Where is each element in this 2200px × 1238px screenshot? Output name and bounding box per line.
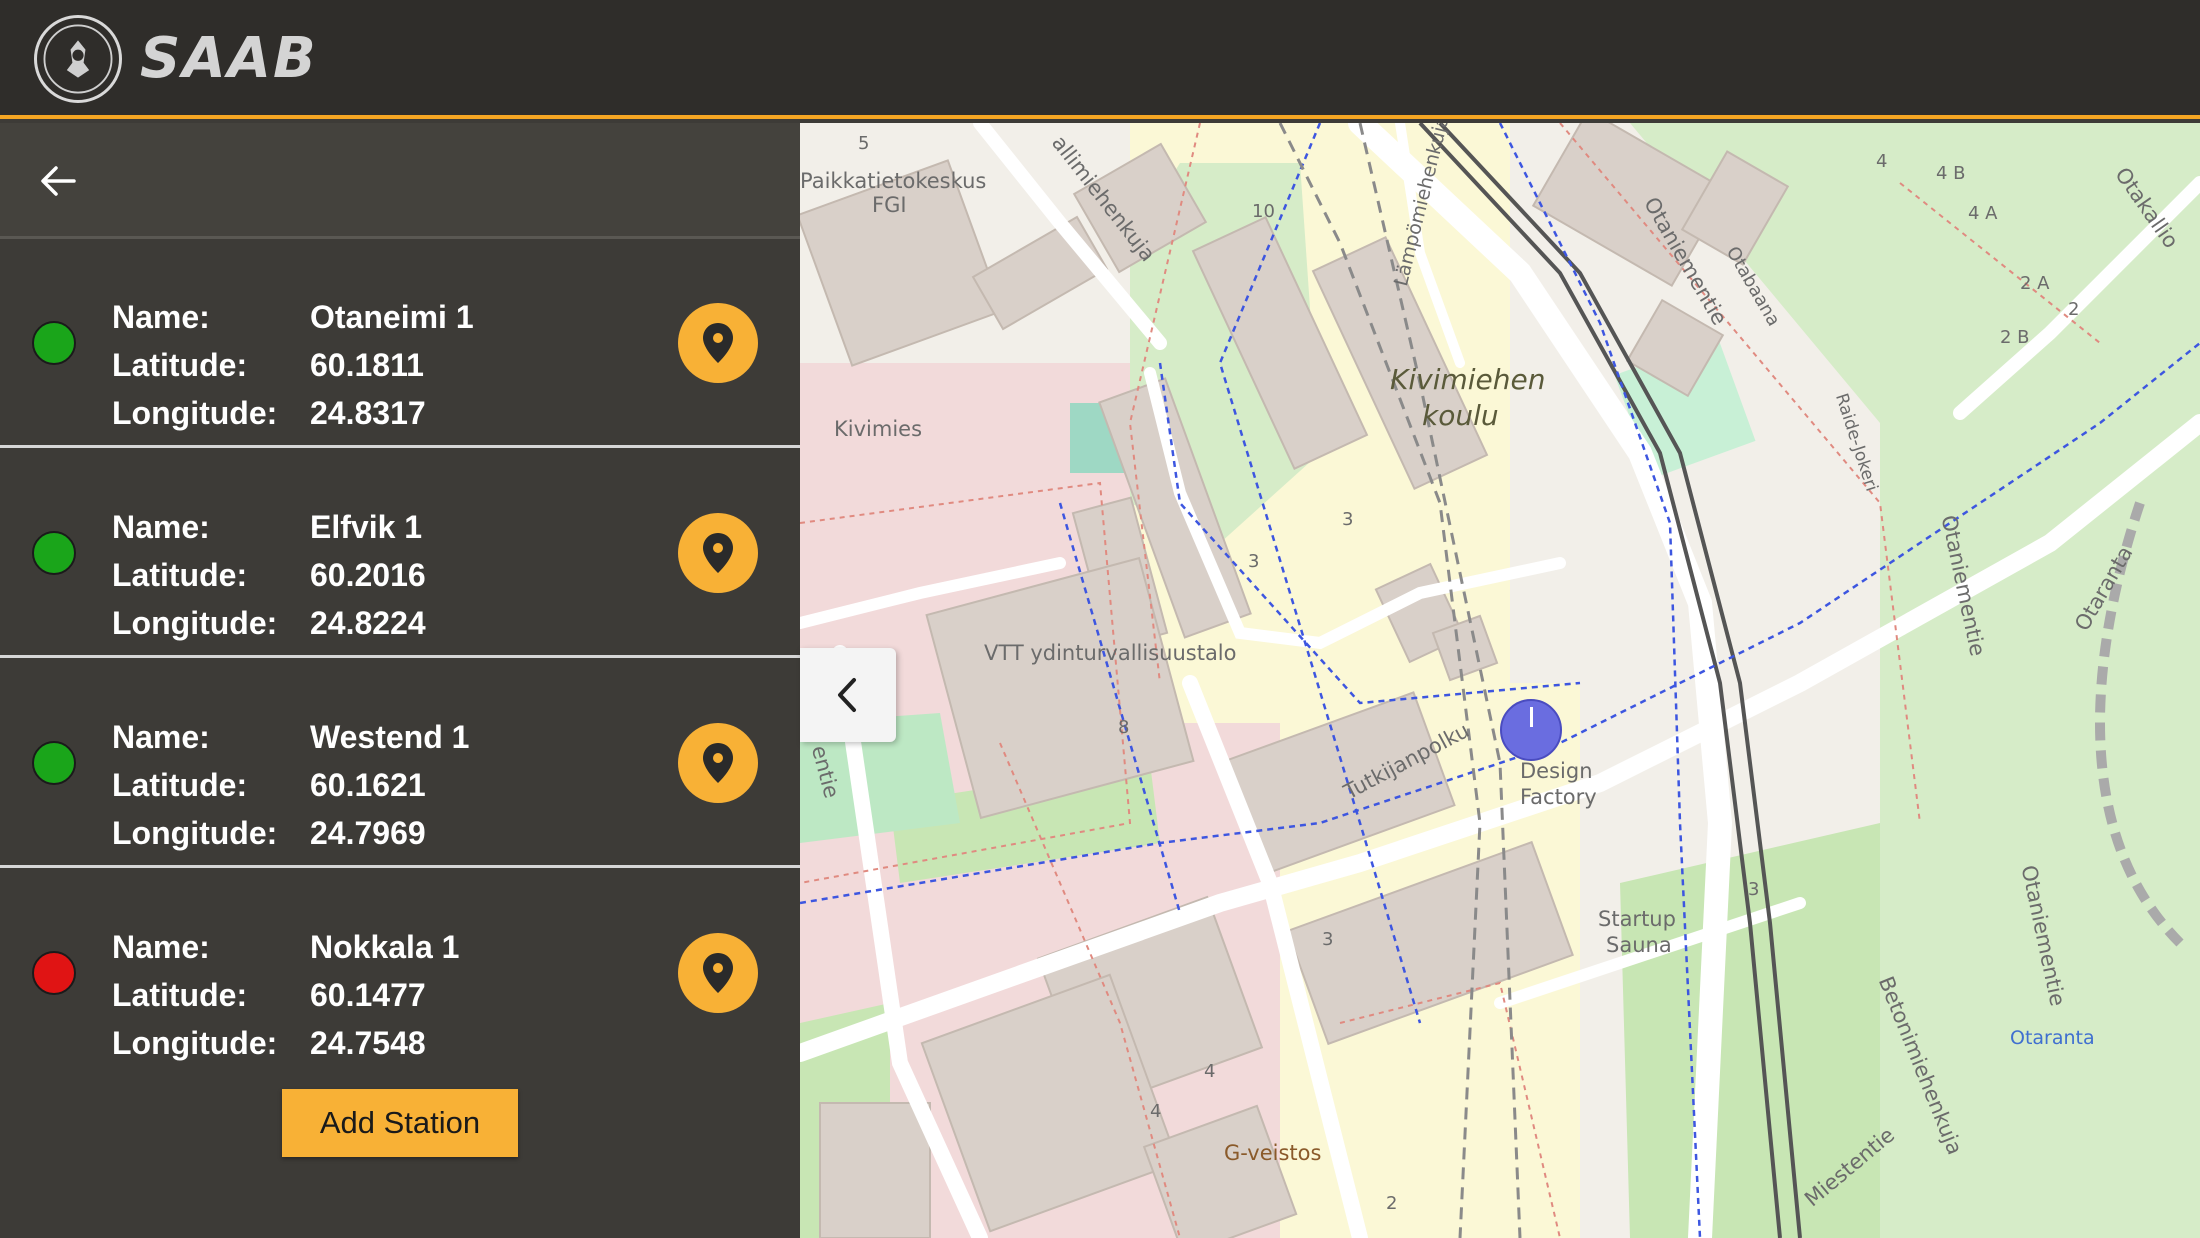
map-tiles bbox=[800, 123, 2200, 1238]
station-latitude: 60.1621 bbox=[310, 767, 426, 803]
status-indicator bbox=[32, 321, 76, 365]
station-name: Elfvik 1 bbox=[310, 509, 423, 545]
station-card: Name: Nokkala 1 Latitude: 60.1477 Longitud… bbox=[0, 871, 800, 1078]
collapse-panel-button[interactable] bbox=[800, 648, 896, 742]
map-label: 2 A bbox=[2020, 273, 2050, 294]
map-label: Otaranta bbox=[2010, 1027, 2095, 1049]
map-label: 3 bbox=[1322, 929, 1334, 950]
map-label: 4 A bbox=[1968, 203, 1998, 224]
map-label: 4 bbox=[1204, 1061, 1216, 1082]
map-label: 3 bbox=[1748, 879, 1760, 900]
map-label: Sauna bbox=[1606, 933, 1672, 957]
map-pin-icon bbox=[703, 953, 733, 993]
locate-station-button[interactable] bbox=[678, 513, 758, 593]
station-latitude: 60.1811 bbox=[310, 347, 424, 383]
latitude-row: Latitude: 60.2016 bbox=[112, 555, 426, 595]
station-card: Name: Westend 1 Latitude: 60.1621 Longitud… bbox=[0, 661, 800, 868]
map-label: koulu bbox=[1422, 399, 1499, 432]
status-indicator bbox=[32, 741, 76, 785]
brand-logo-text: SAAB bbox=[140, 26, 318, 91]
map-view[interactable]: Paikkatietokeskus FGI Kivimiehen koulu K… bbox=[800, 123, 2200, 1238]
name-label: Name: bbox=[112, 299, 210, 335]
map-label: 2 B bbox=[2000, 327, 2030, 348]
latitude-label: Latitude: bbox=[112, 347, 248, 383]
station-longitude: 24.8224 bbox=[310, 605, 426, 641]
map-label: 4 bbox=[1876, 151, 1888, 172]
latitude-label: Latitude: bbox=[112, 557, 248, 593]
saab-seal-logo bbox=[34, 15, 122, 103]
top-bar: SAAB bbox=[0, 0, 2200, 119]
map-label: 4 B bbox=[1936, 163, 1966, 184]
current-location-marker[interactable] bbox=[1500, 699, 1562, 761]
station-longitude: 24.7969 bbox=[310, 815, 426, 851]
latitude-row: Latitude: 60.1477 bbox=[112, 975, 426, 1015]
latitude-label: Latitude: bbox=[112, 977, 248, 1013]
longitude-row: Longitude: 24.8224 bbox=[112, 603, 426, 643]
station-longitude: 24.7548 bbox=[310, 1025, 426, 1061]
name-label: Name: bbox=[112, 509, 210, 545]
name-row: Name: Elfvik 1 bbox=[112, 507, 422, 547]
map-label: Factory bbox=[1520, 785, 1597, 809]
station-name: Otaneimi 1 bbox=[310, 299, 474, 335]
name-label: Name: bbox=[112, 719, 210, 755]
add-station-button[interactable]: Add Station bbox=[282, 1089, 518, 1157]
longitude-row: Longitude: 24.8317 bbox=[112, 393, 426, 433]
status-indicator bbox=[32, 951, 76, 995]
station-panel: Name: Otaneimi 1 Latitude: 60.1811 Longitu… bbox=[0, 123, 800, 1238]
station-card: Name: Otaneimi 1 Latitude: 60.1811 Longitu… bbox=[0, 241, 800, 448]
map-label: Design bbox=[1520, 759, 1593, 783]
map-label: Kivimiehen bbox=[1390, 363, 1546, 396]
status-indicator bbox=[32, 531, 76, 575]
longitude-label: Longitude: bbox=[112, 605, 278, 641]
map-pin-icon bbox=[703, 533, 733, 573]
map-pin-icon bbox=[703, 743, 733, 783]
station-latitude: 60.1477 bbox=[310, 977, 426, 1013]
map-label: 8 bbox=[1118, 717, 1130, 738]
map-label: FGI bbox=[872, 193, 907, 217]
map-label: 3 bbox=[1248, 551, 1260, 572]
map-label: Paikkatietokeskus bbox=[800, 169, 987, 193]
longitude-label: Longitude: bbox=[112, 1025, 278, 1061]
map-label: Kivimies bbox=[834, 417, 923, 441]
station-name: Westend 1 bbox=[310, 719, 470, 755]
map-label: 5 bbox=[858, 133, 870, 154]
panel-header bbox=[0, 123, 800, 239]
back-arrow-icon[interactable] bbox=[36, 159, 80, 203]
chevron-left-icon bbox=[838, 678, 856, 712]
locate-station-button[interactable] bbox=[678, 303, 758, 383]
name-row: Name: Nokkala 1 bbox=[112, 927, 459, 967]
map-label: 3 bbox=[1342, 509, 1354, 530]
latitude-row: Latitude: 60.1811 bbox=[112, 345, 424, 385]
name-row: Name: Westend 1 bbox=[112, 717, 469, 757]
map-label: Startup bbox=[1598, 907, 1676, 931]
latitude-row: Latitude: 60.1621 bbox=[112, 765, 426, 805]
station-name: Nokkala 1 bbox=[310, 929, 460, 965]
longitude-label: Longitude: bbox=[112, 815, 278, 851]
locate-station-button[interactable] bbox=[678, 723, 758, 803]
longitude-row: Longitude: 24.7548 bbox=[112, 1023, 426, 1063]
map-label: 2 bbox=[1386, 1193, 1398, 1214]
map-label: VTT ydinturvallisuustalo bbox=[984, 641, 1237, 665]
name-row: Name: Otaneimi 1 bbox=[112, 297, 474, 337]
station-latitude: 60.2016 bbox=[310, 557, 426, 593]
name-label: Name: bbox=[112, 929, 210, 965]
map-pin-icon bbox=[703, 323, 733, 363]
locate-station-button[interactable] bbox=[678, 933, 758, 1013]
latitude-label: Latitude: bbox=[112, 767, 248, 803]
map-label: 4 bbox=[1150, 1101, 1162, 1122]
station-card: Name: Elfvik 1 Latitude: 60.2016 Longitude… bbox=[0, 451, 800, 658]
station-longitude: 24.8317 bbox=[310, 395, 426, 431]
heading-indicator bbox=[1530, 707, 1533, 727]
longitude-label: Longitude: bbox=[112, 395, 278, 431]
map-label: 10 bbox=[1252, 201, 1275, 222]
map-label: 2 bbox=[2068, 299, 2080, 320]
longitude-row: Longitude: 24.7969 bbox=[112, 813, 426, 853]
map-label: G-veistos bbox=[1224, 1141, 1322, 1165]
